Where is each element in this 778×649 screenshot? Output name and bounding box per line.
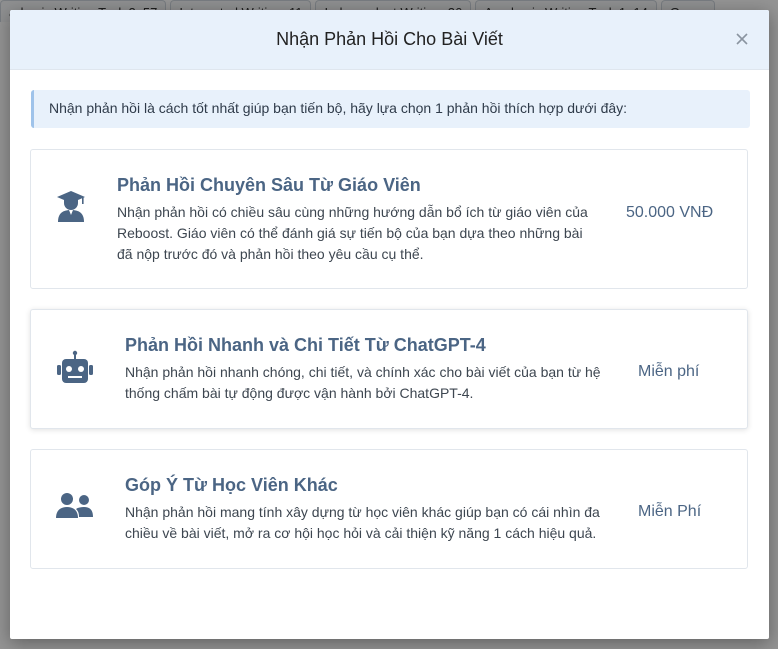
option-description: Nhận phản hồi có chiều sâu cùng những hư… [117,204,588,262]
option-peer-feedback[interactable]: Góp Ý Từ Học Viên Khác Nhận phản hồi man… [30,449,748,569]
option-description: Nhận phản hồi nhanh chóng, chi tiết, và … [125,364,601,401]
option-title: Góp Ý Từ Học Viên Khác [125,475,338,495]
option-description: Nhận phản hồi mang tính xây dựng từ học … [125,504,600,541]
option-price: Miễn Phí [638,503,702,520]
modal-header: Nhận Phản Hồi Cho Bài Viết [10,10,769,70]
option-title: Phản Hồi Chuyên Sâu Từ Giáo Viên [117,175,421,195]
robot-icon [55,350,95,390]
close-icon[interactable] [733,30,751,48]
feedback-modal: Nhận Phản Hồi Cho Bài Viết Nhận phản hồi… [10,10,769,639]
option-price: 50.000 VNĐ [626,204,714,221]
option-title: Phản Hồi Nhanh và Chi Tiết Từ ChatGPT-4 [125,335,486,355]
teacher-icon [53,188,93,228]
info-banner: Nhận phản hồi là cách tốt nhất giúp bạn … [31,90,750,128]
modal-title: Nhận Phản Hồi Cho Bài Viết [276,29,503,49]
option-price: Miễn phí [638,363,700,380]
option-chatgpt-feedback[interactable]: Phản Hồi Nhanh và Chi Tiết Từ ChatGPT-4 … [30,309,748,429]
users-icon [55,490,95,530]
option-teacher-feedback[interactable]: Phản Hồi Chuyên Sâu Từ Giáo Viên Nhận ph… [30,149,748,289]
